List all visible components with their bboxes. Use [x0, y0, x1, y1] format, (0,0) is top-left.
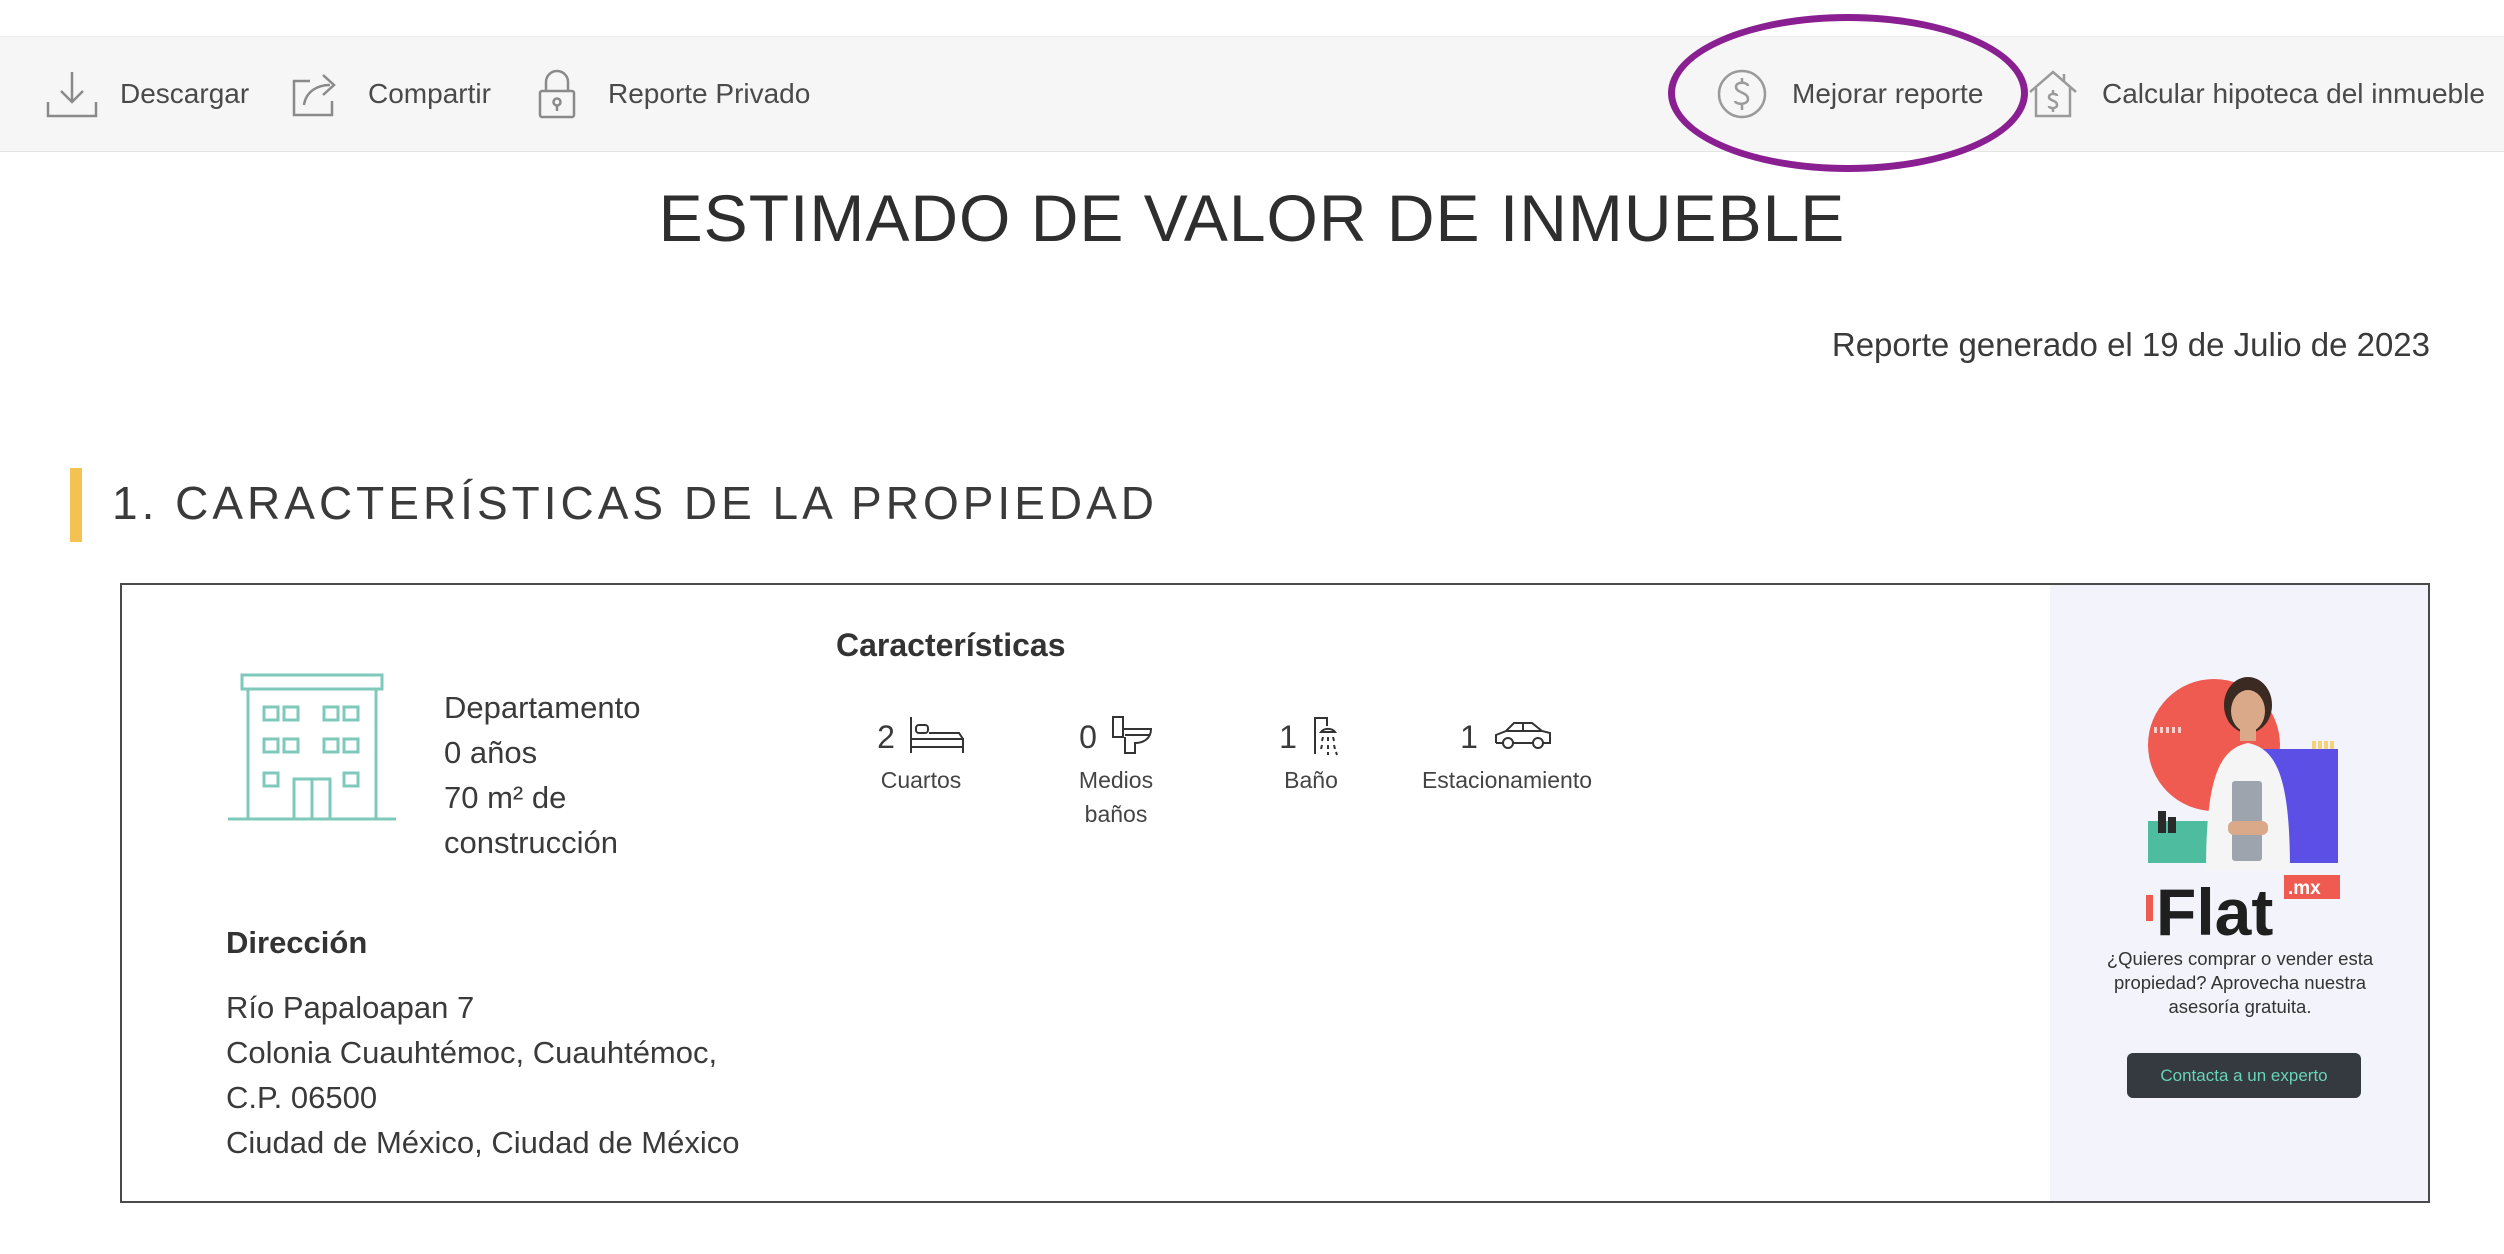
house-dollar-icon: [2028, 68, 2078, 120]
share-label: Compartir: [368, 78, 491, 109]
feature-parking: 1 Estacionamiento: [1412, 715, 1602, 797]
share-icon: [290, 69, 344, 119]
feature-label: Estacionamiento: [1421, 767, 1593, 793]
features-title: Características: [836, 627, 1066, 663]
improve-report-button[interactable]: Mejorar reporte: [1716, 37, 1983, 151]
address-block: Río Papaloapan 7 Colonia Cuauhtémoc, Cua…: [226, 985, 740, 1165]
feature-value: 0: [1079, 718, 1097, 755]
feature-label-continued: baños: [1084, 801, 1148, 827]
shower-icon: [1311, 714, 1343, 761]
property-area: 70 m² de: [444, 780, 567, 815]
toilet-icon: [1111, 715, 1153, 760]
address-line: Colonia Cuauhtémoc, Cuauhtémoc,: [226, 1035, 718, 1070]
download-button[interactable]: Descargar: [44, 37, 249, 151]
address-line: Río Papaloapan 7: [226, 990, 475, 1025]
feature-label: Baño: [1284, 767, 1338, 793]
toolbar: Descargar Compartir Reporte Privado Mejo…: [0, 36, 2504, 152]
feature-label: Medios: [1078, 767, 1154, 793]
promo-text-line: asesoría gratuita.: [2168, 996, 2312, 1017]
section-accent-bar: [70, 468, 82, 542]
address-line: Ciudad de México, Ciudad de México: [226, 1125, 740, 1160]
property-type: Departamento: [444, 690, 641, 725]
mortgage-calculator-button[interactable]: Calcular hipoteca del inmueble: [2028, 37, 2485, 151]
building-icon: [228, 673, 396, 828]
property-age: 0 años: [444, 735, 538, 770]
car-icon: [1492, 719, 1554, 756]
private-report-button[interactable]: Reporte Privado: [536, 37, 810, 151]
feature-bathrooms: 1 Baño: [1216, 715, 1406, 797]
svg-text:.mx: .mx: [2288, 878, 2321, 899]
promo-text: ¿Quieres comprar o vender esta propiedad…: [2070, 947, 2410, 1019]
page-title: ESTIMADO DE VALOR DE INMUEBLE: [658, 181, 1846, 255]
feature-value: 1: [1279, 718, 1297, 755]
improve-report-label: Mejorar reporte: [1792, 78, 1984, 109]
address-line: C.P. 06500: [226, 1080, 378, 1115]
contact-expert-button[interactable]: Contacta a un experto: [2127, 1053, 2361, 1098]
private-report-label: Reporte Privado: [608, 78, 811, 109]
promo-text-line: ¿Quieres comprar o vender esta: [2106, 948, 2374, 969]
bed-icon: [909, 715, 965, 760]
download-icon: [44, 66, 100, 122]
dollar-circle-icon: [1716, 68, 1768, 120]
feature-label: Cuartos: [880, 767, 962, 793]
section-title: 1. CARACTERÍSTICAS DE LA PROPIEDAD: [112, 477, 1159, 529]
report-date: Reporte generado el 19 de Julio de 2023: [1831, 326, 2430, 363]
share-button[interactable]: Compartir: [290, 37, 491, 151]
address-title: Dirección: [226, 925, 368, 960]
feature-bedrooms: 2 Cuartos: [826, 715, 1016, 797]
promo-banner: Flat .mx ¿Quieres comprar o vender esta …: [2050, 585, 2428, 1201]
property-area-unit: construcción: [444, 825, 619, 860]
feature-half-baths: 0 Medios baños: [1021, 715, 1211, 831]
lock-icon: [536, 67, 578, 121]
feature-value: 1: [1460, 718, 1478, 755]
advisor-photo: [2148, 671, 2348, 876]
flat-logo: Flat .mx: [2146, 875, 2346, 949]
property-summary: Departamento 0 años 70 m² de construcció…: [444, 685, 640, 865]
promo-text-line: propiedad? Aprovecha nuestra: [2114, 972, 2366, 993]
feature-value: 2: [877, 718, 895, 755]
svg-text:Flat: Flat: [2156, 875, 2273, 941]
property-card: Departamento 0 años 70 m² de construcció…: [120, 583, 2430, 1203]
mortgage-calculator-label: Calcular hipoteca del inmueble: [2102, 78, 2485, 109]
download-label: Descargar: [120, 78, 250, 109]
